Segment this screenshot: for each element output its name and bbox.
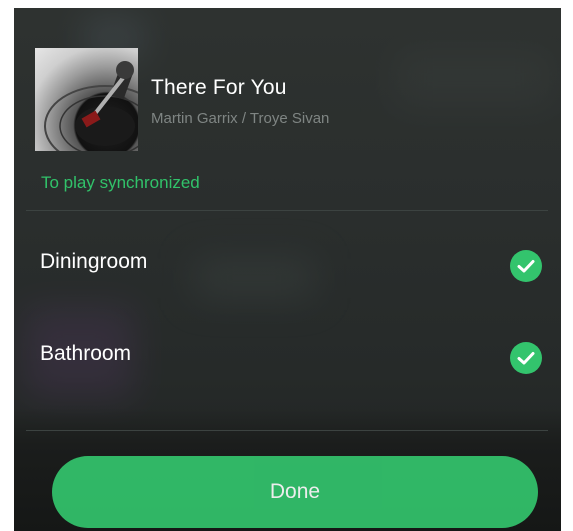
check-circle-icon[interactable] [510, 250, 542, 282]
room-row-bathroom[interactable]: Bathroom [14, 328, 561, 388]
track-title: There For You [151, 76, 287, 99]
room-name: Diningroom [40, 250, 148, 273]
track-artist: Martin Garrix / Troye Sivan [151, 110, 330, 127]
divider [26, 210, 548, 211]
room-name: Bathroom [40, 342, 132, 365]
room-row-diningroom[interactable]: Diningroom [14, 236, 561, 296]
done-button[interactable]: Done [52, 456, 538, 528]
check-circle-icon[interactable] [510, 342, 542, 374]
screen: There For You Martin Garrix / Troye Siva… [0, 0, 573, 531]
divider [26, 430, 548, 431]
background-blur [394, 48, 554, 108]
turntable-image [44, 61, 138, 151]
sync-rooms-sheet: There For You Martin Garrix / Troye Siva… [14, 8, 561, 531]
album-art [35, 48, 138, 151]
sync-section-label: To play synchronized [41, 173, 200, 192]
